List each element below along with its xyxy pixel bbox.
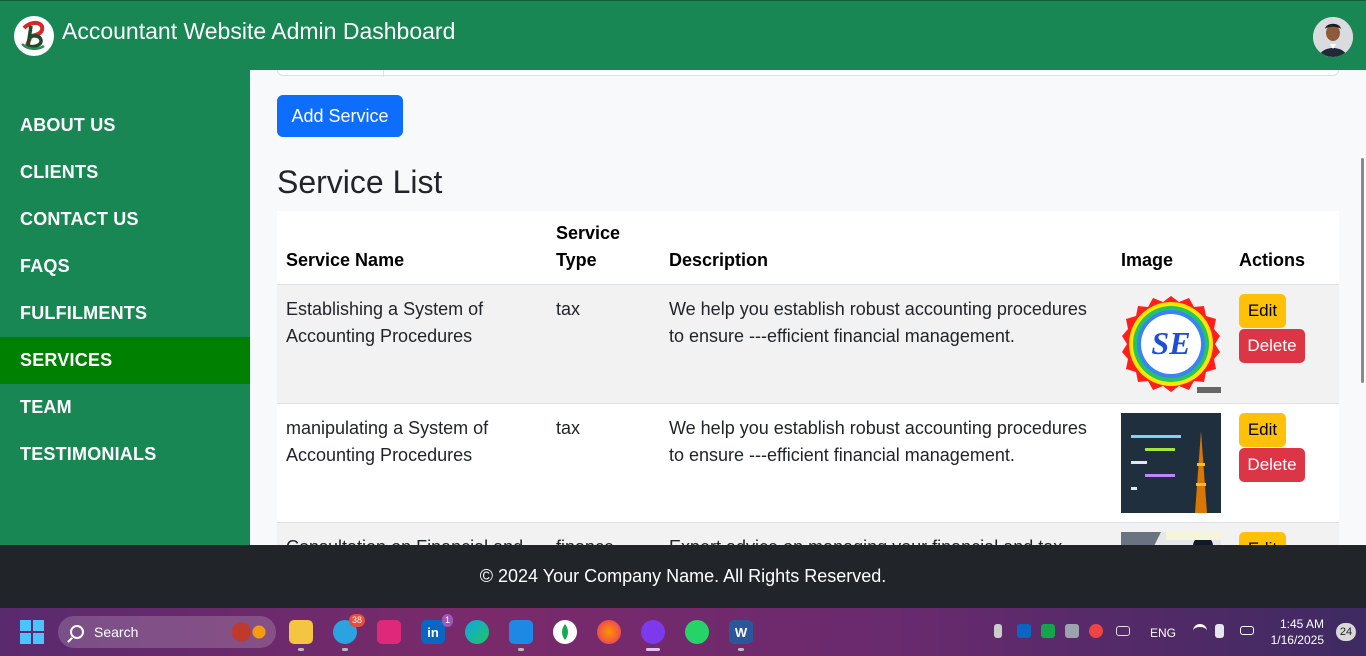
description-cell: We help you establish robust accounting … (660, 284, 1112, 404)
column-header-service-name: Service Name (277, 211, 547, 285)
code-tower-image (1121, 412, 1221, 513)
running-indicator (342, 648, 348, 651)
service-table: Service Name Service Type Description Im… (277, 211, 1339, 545)
tray-app-icon[interactable] (1041, 624, 1055, 638)
running-indicator (738, 648, 744, 651)
vscode-icon[interactable] (509, 620, 533, 644)
service-type-cell: finance (547, 522, 660, 545)
volume-icon[interactable] (1215, 624, 1224, 638)
footer-copyright: © 2024 Your Company Name. All Rights Res… (479, 566, 887, 586)
actions-cell: Edit Delete (1230, 284, 1339, 404)
brand-logo-icon[interactable] (14, 15, 54, 56)
linkedin-badge: 1 (441, 614, 453, 627)
sidebar-item-faqs[interactable]: FAQS (0, 243, 250, 290)
taskbar-clock[interactable]: 1:45 AM 1/16/2025 (1271, 616, 1324, 648)
sidebar-item-clients[interactable]: CLIENTS (0, 149, 250, 196)
firefox-icon[interactable] (597, 620, 621, 644)
photo-image (1121, 531, 1221, 545)
delete-button[interactable]: Delete (1239, 328, 1305, 363)
column-header-service-type: Service Type (547, 211, 660, 285)
column-header-image: Image (1112, 211, 1230, 285)
column-header-description: Description (660, 211, 1112, 285)
search-icon (70, 625, 84, 639)
table-row: Establishing a System of Accounting Proc… (277, 284, 1339, 404)
running-indicator (298, 648, 304, 651)
notification-count-badge[interactable]: 24 (1336, 623, 1356, 641)
telegram-icon[interactable]: 38 (333, 614, 365, 644)
os-taskbar: Search 38 in 1 W ENG 1:45 AM 1/16/2025 2… (0, 608, 1366, 656)
image-cell: SE (1112, 284, 1230, 404)
page-title: Service List (277, 164, 443, 200)
service-name-cell: manipulating a System of Accounting Proc… (277, 403, 547, 523)
search-highlight-icon (226, 620, 270, 644)
keyboard-icon[interactable] (1116, 626, 1130, 636)
add-service-button[interactable]: Add Service (277, 95, 403, 137)
svg-text:SE: SE (1151, 325, 1190, 361)
clock-date: 1/16/2025 (1270, 633, 1324, 647)
wifi-icon[interactable] (1193, 624, 1207, 638)
display-icon[interactable] (1065, 624, 1079, 638)
service-type-cell: tax (547, 403, 660, 523)
edit-button[interactable]: Edit (1239, 293, 1286, 328)
edit-button[interactable]: Edit (1239, 412, 1286, 447)
sidebar-item-fulfilments[interactable]: FULFILMENTS (0, 290, 250, 337)
sidebar-item-contact-us[interactable]: CONTACT US (0, 196, 250, 243)
service-name-cell: Establishing a System of Accounting Proc… (277, 284, 547, 404)
clock-time: 1:45 AM (1279, 617, 1324, 631)
table-row: Consultation on Financial and finance Ex… (277, 522, 1339, 545)
whatsapp-icon[interactable] (685, 620, 709, 644)
edit-button[interactable]: Edit (1239, 531, 1286, 545)
delete-button[interactable]: Delete (1239, 447, 1305, 482)
page-footer: © 2024 Your Company Name. All Rights Res… (0, 545, 1366, 608)
service-type-cell: tax (547, 284, 660, 404)
se-badge-image: SE (1122, 295, 1221, 393)
sidebar-item-testimonials[interactable]: TESTIMONIALS (0, 431, 250, 478)
taskbar-search-label: Search (94, 624, 139, 640)
app-header: Accountant Website Admin Dashboard (0, 0, 1366, 70)
sidebar-nav: ABOUT US CLIENTS CONTACT US FAQS FULFILM… (0, 70, 250, 545)
page-scrollbar[interactable] (1361, 158, 1364, 383)
service-name-cell: Consultation on Financial and (277, 522, 547, 545)
description-cell: Expert advice on managing your financial… (660, 522, 1112, 545)
windows-start-icon[interactable] (20, 620, 44, 644)
form-input-group[interactable] (277, 70, 1339, 77)
column-header-actions: Actions (1230, 211, 1339, 285)
language-indicator[interactable]: ENG (1150, 626, 1176, 640)
user-avatar[interactable] (1313, 17, 1353, 57)
browser-app-icon[interactable] (641, 620, 665, 644)
mongodb-compass-icon[interactable] (553, 620, 577, 644)
running-indicator (518, 648, 524, 651)
word-icon[interactable]: W (729, 620, 753, 644)
telegram-badge: 38 (348, 614, 365, 627)
actions-cell: Edit Delete (1230, 403, 1339, 523)
app-icon[interactable] (377, 620, 401, 644)
chrome-tray-icon[interactable] (1089, 624, 1103, 638)
actions-cell: Edit (1230, 522, 1339, 545)
active-indicator (646, 648, 660, 651)
image-cell (1112, 522, 1230, 545)
usb-icon[interactable] (994, 624, 1002, 638)
battery-icon[interactable] (1240, 626, 1254, 635)
linkedin-icon[interactable]: in 1 (421, 614, 453, 644)
edge-browser-icon[interactable] (465, 620, 489, 644)
table-header-row: Service Name Service Type Description Im… (277, 211, 1339, 285)
file-explorer-icon[interactable] (289, 620, 313, 644)
app-title: Accountant Website Admin Dashboard (62, 18, 456, 44)
description-cell: We help you establish robust accounting … (660, 403, 1112, 523)
image-cell (1112, 403, 1230, 523)
sidebar-item-about-us[interactable]: ABOUT US (0, 102, 250, 149)
taskbar-search[interactable]: Search (58, 616, 276, 648)
sidebar-item-team[interactable]: TEAM (0, 384, 250, 431)
table-row: manipulating a System of Accounting Proc… (277, 403, 1339, 523)
main-content[interactable]: Add Service Service List Service Name Se… (250, 70, 1366, 545)
input-divider (383, 70, 384, 77)
sidebar-item-services[interactable]: SERVICES (0, 337, 250, 384)
tray-linkedin-icon[interactable] (1017, 624, 1031, 638)
